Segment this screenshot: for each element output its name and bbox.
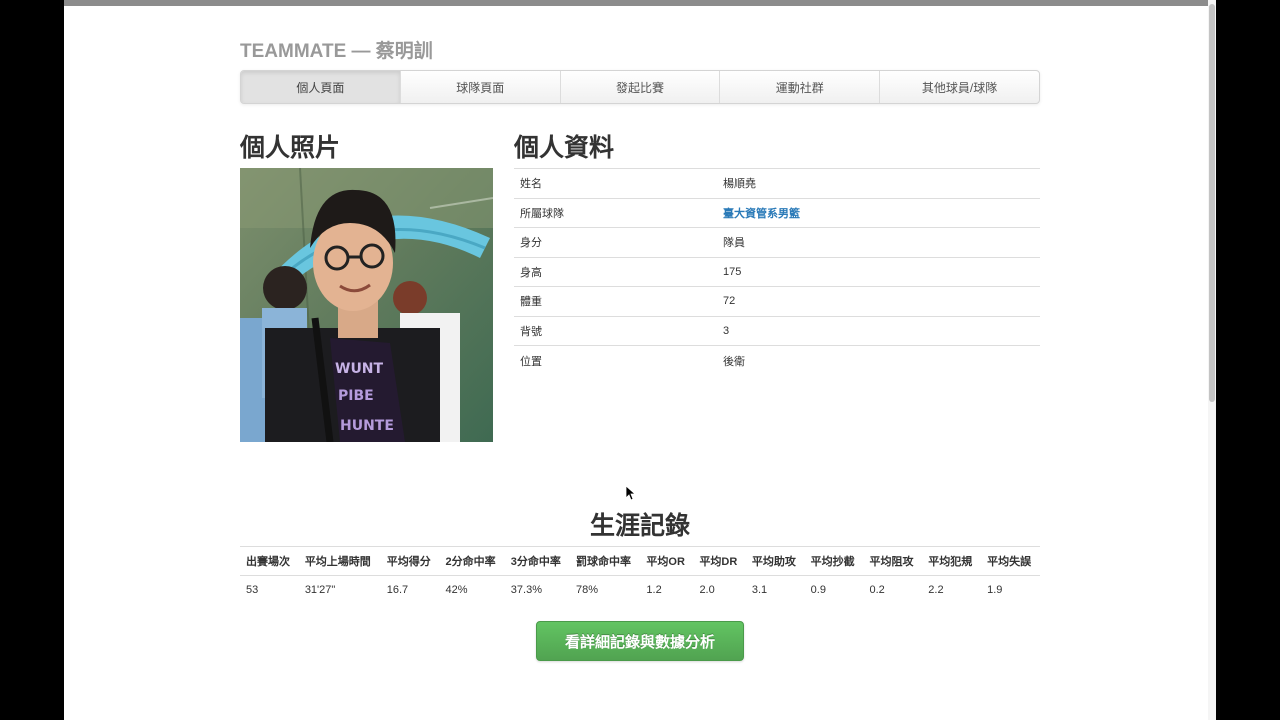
info-value: 隊員 bbox=[717, 227, 1040, 257]
info-row-position: 位置 後衛 bbox=[514, 345, 1040, 375]
stats-header: 平均上場時間 bbox=[298, 546, 381, 576]
stats-header: 2分命中率 bbox=[439, 546, 505, 576]
scrollbar-thumb[interactable] bbox=[1209, 4, 1215, 402]
mouse-cursor-icon bbox=[626, 486, 636, 501]
stats-value: 0.9 bbox=[804, 575, 864, 605]
svg-text:HUNTE: HUNTE bbox=[340, 418, 394, 434]
stats-header: 3分命中率 bbox=[504, 546, 571, 576]
stats-value: 53 bbox=[240, 575, 299, 605]
stats-header: 平均犯規 bbox=[922, 546, 982, 576]
view-detail-stats-button[interactable]: 看詳細記錄與數據分析 bbox=[536, 621, 744, 661]
stats-value: 0.2 bbox=[863, 575, 923, 605]
svg-text:WUNT: WUNT bbox=[335, 361, 384, 377]
nav-team-page[interactable]: 球隊頁面 bbox=[401, 71, 561, 103]
stats-value: 1.2 bbox=[640, 575, 694, 605]
nav-personal-page[interactable]: 個人頁面 bbox=[241, 71, 401, 103]
team-link[interactable]: 臺大資管系男籃 bbox=[723, 208, 800, 220]
stats-value: 42% bbox=[439, 575, 505, 605]
info-key: 位置 bbox=[514, 345, 717, 375]
info-heading: 個人資料 bbox=[514, 134, 615, 162]
stats-header: 出賽場次 bbox=[240, 546, 299, 576]
info-value: 3 bbox=[717, 315, 1040, 346]
stats-value: 16.7 bbox=[380, 575, 440, 605]
info-key: 身分 bbox=[514, 227, 717, 257]
info-key: 體重 bbox=[514, 286, 717, 316]
info-row-number: 背號 3 bbox=[514, 315, 1040, 346]
browser-page: TEAMMATE — 蔡明訓 個人頁面 球隊頁面 發起比賽 運動社群 其他球員/… bbox=[64, 0, 1216, 720]
main-nav: 個人頁面 球隊頁面 發起比賽 運動社群 其他球員/球隊 bbox=[240, 70, 1040, 104]
info-value: 後衛 bbox=[717, 345, 1040, 375]
info-row-weight: 體重 72 bbox=[514, 286, 1040, 316]
stats-header: 平均抄截 bbox=[804, 546, 864, 576]
info-key: 姓名 bbox=[514, 168, 717, 198]
stats-value-row: 53 31'27" 16.7 42% 37.3% 78% 1.2 2.0 3.1… bbox=[240, 575, 1040, 605]
info-row-team: 所屬球隊 臺大資管系男籃 bbox=[514, 197, 1040, 228]
stats-header: 平均得分 bbox=[380, 546, 440, 576]
career-heading: 生涯記錄 bbox=[589, 512, 690, 540]
info-row-role: 身分 隊員 bbox=[514, 227, 1040, 257]
stats-value: 37.3% bbox=[504, 575, 571, 605]
stats-value: 31'27" bbox=[298, 575, 381, 605]
career-stats-table: 出賽場次 平均上場時間 平均得分 2分命中率 3分命中率 罰球命中率 平均OR … bbox=[240, 546, 1040, 605]
info-key: 背號 bbox=[514, 315, 717, 346]
photo-heading: 個人照片 bbox=[240, 134, 341, 162]
stats-value: 2.2 bbox=[922, 575, 982, 605]
stats-header: 平均失誤 bbox=[981, 546, 1040, 576]
stats-value: 3.1 bbox=[745, 575, 805, 605]
nav-other-players-teams[interactable]: 其他球員/球隊 bbox=[880, 71, 1039, 103]
stats-header: 平均DR bbox=[693, 546, 746, 576]
info-row-name: 姓名 楊順堯 bbox=[514, 168, 1040, 198]
stats-header: 平均阻攻 bbox=[863, 546, 923, 576]
personal-info-table: 姓名 楊順堯 所屬球隊 臺大資管系男籃 身分 隊員 身高 175 體重 72 背… bbox=[514, 168, 1040, 375]
scrollbar[interactable] bbox=[1208, 0, 1216, 720]
page-title: TEAMMATE — 蔡明訓 bbox=[240, 41, 433, 62]
stats-value: 2.0 bbox=[693, 575, 746, 605]
stats-header: 平均OR bbox=[640, 546, 694, 576]
stats-header: 平均助攻 bbox=[745, 546, 805, 576]
info-key: 身高 bbox=[514, 256, 717, 287]
info-value: 175 bbox=[717, 256, 1040, 287]
stats-value: 78% bbox=[570, 575, 641, 605]
stats-header-row: 出賽場次 平均上場時間 平均得分 2分命中率 3分命中率 罰球命中率 平均OR … bbox=[240, 546, 1040, 576]
info-value: 楊順堯 bbox=[717, 168, 1040, 198]
stats-value: 1.9 bbox=[981, 575, 1040, 605]
window-top-bar bbox=[64, 0, 1216, 6]
nav-sports-community[interactable]: 運動社群 bbox=[720, 71, 881, 103]
nav-start-game[interactable]: 發起比賽 bbox=[561, 71, 721, 103]
info-value: 72 bbox=[717, 286, 1040, 316]
svg-text:PIBE: PIBE bbox=[338, 388, 374, 404]
profile-photo: WUNT PIBE HUNTE bbox=[240, 168, 493, 442]
info-key: 所屬球隊 bbox=[514, 197, 717, 228]
info-row-height: 身高 175 bbox=[514, 256, 1040, 287]
stats-header: 罰球命中率 bbox=[570, 546, 641, 576]
